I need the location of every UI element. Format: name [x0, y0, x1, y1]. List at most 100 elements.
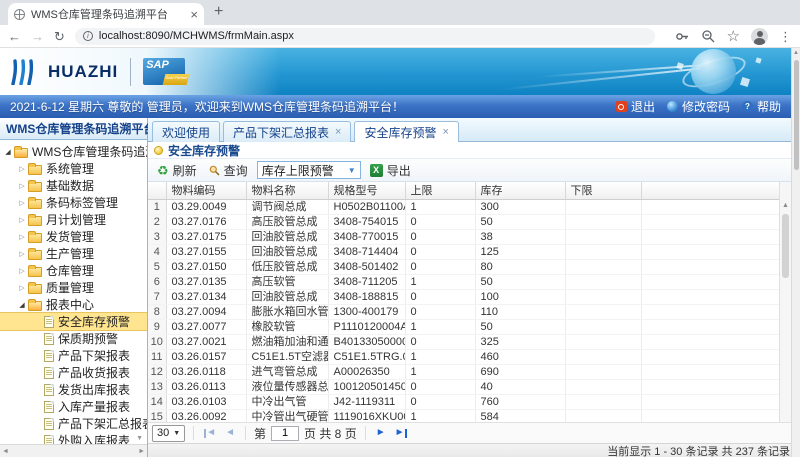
content-tab[interactable]: 欢迎使用: [152, 121, 220, 142]
last-page-button[interactable]: ►: [393, 428, 409, 438]
profile-avatar[interactable]: [751, 28, 768, 45]
forward-icon[interactable]: →: [31, 30, 44, 43]
column-header[interactable]: 物料编码: [166, 182, 246, 199]
tree-node[interactable]: ▷发货管理: [0, 228, 147, 245]
tree-collapsed-icon[interactable]: ▷: [17, 165, 27, 173]
document-icon: [44, 350, 54, 362]
tree-node[interactable]: ▷基础数据: [0, 177, 147, 194]
tree-node[interactable]: 安全库存预警: [0, 313, 147, 330]
warning-type-select[interactable]: 库存上限预警 ▼: [257, 161, 361, 179]
close-tab-icon[interactable]: ×: [335, 127, 341, 138]
scroll-right-icon[interactable]: ►: [138, 448, 145, 455]
current-page-input[interactable]: [271, 426, 299, 441]
browser-actions: ☆ ⋮: [675, 28, 792, 45]
filler-cell: [641, 199, 800, 214]
kebab-menu-icon[interactable]: ⋮: [779, 30, 792, 43]
column-header[interactable]: 上限: [405, 182, 475, 199]
tree-node[interactable]: ▷仓库管理: [0, 262, 147, 279]
table-cell: 100120501450AB0A: [328, 379, 405, 394]
tree-collapsed-icon[interactable]: ▷: [17, 216, 27, 224]
sidebar-horizontal-scrollbar[interactable]: ◄ ►: [0, 444, 147, 457]
table-row[interactable]: 903.27.0077橡胶软管P1110120004A0150: [148, 319, 800, 334]
site-info-icon[interactable]: i: [83, 31, 93, 41]
close-tab-icon[interactable]: ×: [190, 8, 198, 21]
table-row[interactable]: 1103.26.0157C51E1.5T空滤器出气管C51E1.5TRG.0(A…: [148, 349, 800, 364]
new-tab-button[interactable]: +: [214, 3, 223, 25]
tree-collapsed-icon[interactable]: ▷: [17, 233, 27, 241]
tree-node[interactable]: ▷系统管理: [0, 160, 147, 177]
table-row[interactable]: 1203.26.0118进气弯管总成A000263501690: [148, 364, 800, 379]
tree-node[interactable]: 入库产量报表: [0, 398, 147, 415]
back-icon[interactable]: ←: [8, 30, 21, 43]
query-button[interactable]: 查询: [206, 162, 251, 179]
table-row[interactable]: 603.27.0135高压软管3408-711205150: [148, 274, 800, 289]
table-row[interactable]: 1303.26.0113液位量传感器总成100120501450AB0A040: [148, 379, 800, 394]
table-row[interactable]: 1003.27.0021燃油箱加油和通风软管B40133050000AA0325: [148, 334, 800, 349]
prev-page-button[interactable]: ◄: [223, 428, 237, 438]
tree-collapsed-icon[interactable]: ▷: [17, 284, 27, 292]
first-page-button[interactable]: ◄: [202, 428, 218, 438]
help-link[interactable]: ? 帮助: [742, 98, 781, 115]
zoom-icon[interactable]: [701, 29, 716, 44]
key-icon[interactable]: [675, 29, 690, 44]
content-tab[interactable]: 安全库存预警×: [354, 121, 458, 142]
tree-node[interactable]: 产品收货报表: [0, 364, 147, 381]
filler-cell: [641, 304, 800, 319]
table-cell: 50: [475, 274, 565, 289]
scroll-left-icon[interactable]: ◄: [2, 448, 9, 455]
tree-node[interactable]: 产品下架汇总报表: [0, 415, 147, 432]
tree-node[interactable]: ▷生产管理: [0, 245, 147, 262]
logout-link[interactable]: 退出: [616, 98, 655, 115]
page-scroll-thumb[interactable]: [794, 60, 799, 170]
bookmark-star-icon[interactable]: ☆: [727, 29, 740, 44]
row-number-cell: 9: [148, 319, 166, 334]
page-label-suffix: 页 共 8 页: [304, 425, 357, 442]
refresh-button[interactable]: ♻ 刷新: [154, 162, 200, 179]
tree-node[interactable]: 发货出库报表: [0, 381, 147, 398]
tree-expanded-icon[interactable]: ◢: [3, 148, 13, 156]
page-size-select[interactable]: 30 ▼: [152, 425, 185, 442]
page-scroll-up-icon[interactable]: ▲: [792, 50, 800, 56]
excel-icon: X: [370, 164, 383, 177]
table-row[interactable]: 403.27.0155回油胶管总成3408-7144040125: [148, 244, 800, 259]
table-row[interactable]: 703.27.0134回油胶管总成3408-1888150100: [148, 289, 800, 304]
table-row[interactable]: 1403.26.0103中冷出气管J42-11193110760: [148, 394, 800, 409]
table-row[interactable]: 103.29.0049调节阀总成H0502B01100A01300: [148, 199, 800, 214]
tree-collapsed-icon[interactable]: ▷: [17, 199, 27, 207]
tree-node[interactable]: ◢WMS仓库管理条码追溯系统: [0, 143, 147, 160]
grid-scroll-thumb[interactable]: [782, 214, 789, 278]
tree-scroll-down-icon[interactable]: ▼: [136, 435, 143, 442]
tree-node[interactable]: ▷月计划管理: [0, 211, 147, 228]
page-vertical-scrollbar[interactable]: ▲: [791, 48, 800, 457]
close-tab-icon[interactable]: ×: [442, 127, 448, 138]
tree-collapsed-icon[interactable]: ▷: [17, 250, 27, 258]
next-page-button[interactable]: ►: [374, 428, 388, 438]
change-password-link[interactable]: 修改密码: [667, 98, 730, 115]
tree-collapsed-icon[interactable]: ▷: [17, 182, 27, 190]
column-header[interactable]: 规格型号: [328, 182, 405, 199]
browser-tab[interactable]: WMS仓库管理条码追溯平台 ×: [8, 3, 204, 25]
address-bar[interactable]: i localhost:8090/MCHWMS/frmMain.aspx: [75, 28, 655, 45]
tree-node[interactable]: ◢报表中心: [0, 296, 147, 313]
column-header[interactable]: 库存: [475, 182, 565, 199]
tree-scroll-up-icon[interactable]: ▲: [136, 146, 143, 153]
tree-expanded-icon[interactable]: ◢: [17, 301, 27, 309]
table-row[interactable]: 503.27.0150低压胶管总成3408-501402080: [148, 259, 800, 274]
tree-node[interactable]: 产品下架报表: [0, 347, 147, 364]
column-header[interactable]: 下限: [565, 182, 641, 199]
tree-node[interactable]: ▷条码标签管理: [0, 194, 147, 211]
tree-node[interactable]: ▷质量管理: [0, 279, 147, 296]
table-row[interactable]: 1503.26.0092中冷管出气硬管总成1119016XKU0041584: [148, 409, 800, 422]
table-row[interactable]: 203.27.0176高压胶管总成3408-754015050: [148, 214, 800, 229]
tree-node[interactable]: 保质期预警: [0, 330, 147, 347]
tree-node[interactable]: 外购入库报表: [0, 432, 147, 444]
grid-vertical-scrollbar[interactable]: ▲: [779, 182, 791, 422]
table-row[interactable]: 803.27.0094膨胀水箱回水管总成1300-4001790110: [148, 304, 800, 319]
table-row[interactable]: 303.27.0175回油胶管总成3408-770015038: [148, 229, 800, 244]
reload-icon[interactable]: ↻: [54, 30, 65, 43]
tree-collapsed-icon[interactable]: ▷: [17, 267, 27, 275]
column-header[interactable]: 物料名称: [246, 182, 328, 199]
export-button[interactable]: X 导出: [367, 162, 414, 179]
content-tab[interactable]: 产品下架汇总报表×: [223, 121, 351, 142]
grid-scroll-up-icon[interactable]: ▲: [780, 202, 791, 209]
